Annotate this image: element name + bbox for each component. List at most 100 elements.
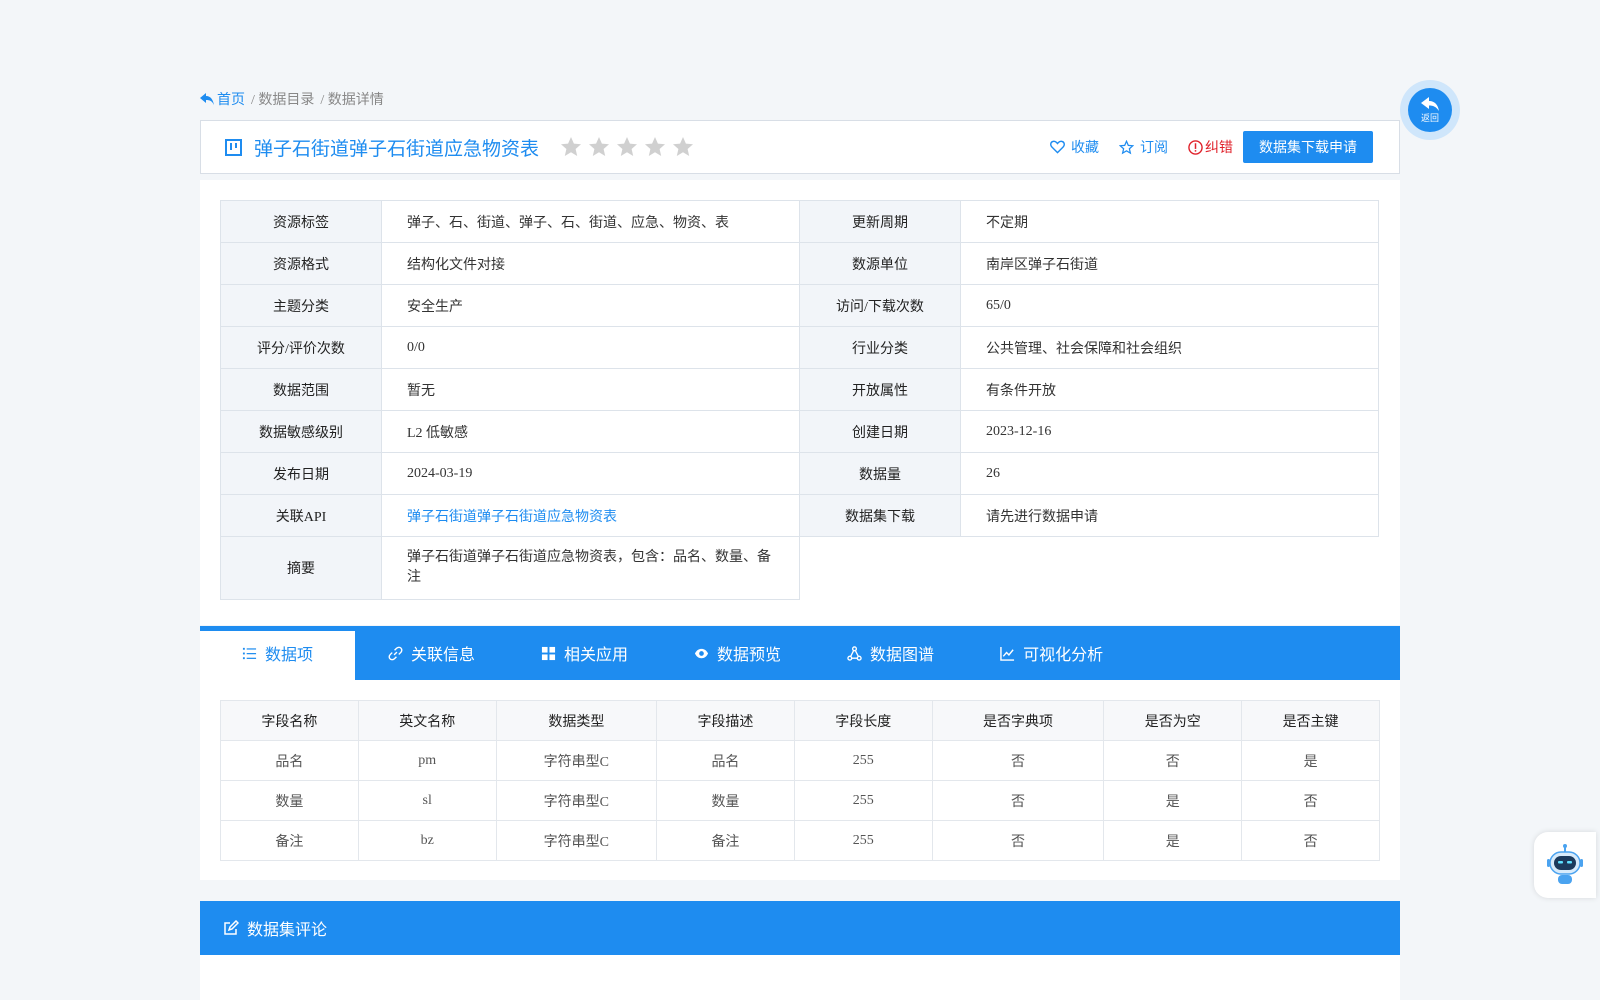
- info-row: 资源标签 弹子、石、街道、弹子、石、街道、应急、物资、表 更新周期 不定期: [220, 200, 1379, 243]
- robot-assistant-button[interactable]: [1534, 832, 1596, 898]
- table-cell: 255: [793, 780, 933, 821]
- info-label: 数据集下载: [799, 494, 961, 537]
- breadcrumb-catalog[interactable]: / 数据目录: [251, 89, 314, 109]
- comments-body: [200, 955, 1400, 1000]
- tab-data-graph[interactable]: 数据图谱: [814, 626, 967, 680]
- breadcrumb-home[interactable]: 首页: [200, 89, 245, 109]
- info-label: 资源标签: [220, 200, 382, 243]
- table-row: 品名 pm 字符串型C 品名 255 否 否 是: [220, 740, 1380, 781]
- info-row-summary: 摘要 弹子石街道弹子石街道应急物资表，包含：品名、数量、备注: [220, 536, 1379, 600]
- dataset-info-table: 资源标签 弹子、石、街道、弹子、石、街道、应急、物资、表 更新周期 不定期 资源…: [220, 200, 1379, 600]
- breadcrumb: 首页 / 数据目录 / 数据详情: [200, 89, 384, 109]
- info-value: L2 低敏感: [381, 410, 800, 453]
- info-label: 开放属性: [799, 368, 961, 411]
- table-cell: bz: [357, 820, 497, 861]
- table-cell: 是: [1103, 780, 1243, 821]
- back-label[interactable]: 返回: [1421, 111, 1439, 124]
- heart-icon: [1050, 140, 1065, 154]
- alert-circle-icon: [1188, 139, 1203, 155]
- table-cell: 否: [931, 780, 1105, 821]
- info-value: 公共管理、社会保障和社会组织: [960, 326, 1379, 369]
- column-header: 是否为空: [1103, 700, 1243, 741]
- comments-title: 数据集评论: [247, 922, 328, 939]
- info-label: 评分/评价次数: [220, 326, 382, 369]
- info-value: 不定期: [960, 200, 1379, 243]
- star-icon[interactable]: [671, 135, 695, 159]
- table-row: 数量 sl 字符串型C 数量 255 否 是 否: [220, 780, 1380, 821]
- info-value: 结构化文件对接: [381, 242, 800, 285]
- info-label: 创建日期: [799, 410, 961, 453]
- download-apply-button[interactable]: 数据集下载申请: [1243, 131, 1373, 163]
- dataset-title: 弹子石街道弹子石街道应急物资表: [254, 138, 540, 160]
- info-row: 数据范围 暂无 开放属性 有条件开放: [220, 368, 1379, 411]
- info-label: 数据范围: [220, 368, 382, 411]
- star-icon[interactable]: [643, 135, 667, 159]
- dataset-header: 弹子石街道弹子石街道应急物资表 收藏 订阅 纠错 数据集下载申请: [200, 120, 1400, 174]
- tab-related-apps[interactable]: 相关应用: [508, 626, 661, 680]
- info-value: 弹子石街道弹子石街道应急物资表: [381, 494, 800, 537]
- header-actions: 收藏 订阅 纠错 数据集下载申请: [1050, 131, 1373, 163]
- info-value: 2023-12-16: [960, 410, 1379, 453]
- table-cell: 否: [1241, 780, 1380, 821]
- back-button[interactable]: 返回: [1400, 80, 1460, 140]
- column-header: 字段名称: [220, 700, 359, 741]
- link-icon: [388, 646, 403, 660]
- info-row: 关联API 弹子石街道弹子石街道应急物资表 数据集下载 请先进行数据申请: [220, 494, 1379, 537]
- list-icon: [242, 647, 257, 659]
- grid-icon: [541, 646, 556, 660]
- column-header: 是否主键: [1241, 700, 1380, 741]
- info-label: 主题分类: [220, 284, 382, 327]
- info-row: 发布日期 2024-03-19 数据量 26: [220, 452, 1379, 495]
- related-api-link[interactable]: 弹子石街道弹子石街道应急物资表: [407, 510, 617, 525]
- line-chart-icon: [1000, 646, 1015, 661]
- info-value: 安全生产: [381, 284, 800, 327]
- star-icon[interactable]: [587, 135, 611, 159]
- info-value: 26: [960, 452, 1379, 495]
- favorite-button[interactable]: 收藏: [1050, 137, 1099, 157]
- table-cell: 备注: [656, 820, 795, 861]
- table-cell: 255: [793, 820, 933, 861]
- table-cell: 否: [1241, 820, 1380, 861]
- tab-data-preview[interactable]: 数据预览: [661, 626, 814, 680]
- table-cell: 字符串型C: [495, 780, 658, 821]
- table-cell: 是: [1241, 740, 1380, 781]
- info-label: 更新周期: [799, 200, 961, 243]
- subscribe-button[interactable]: 订阅: [1119, 137, 1168, 157]
- tab-data-items[interactable]: 数据项: [200, 626, 355, 680]
- info-value: 暂无: [381, 368, 800, 411]
- table-cell: sl: [357, 780, 497, 821]
- info-label: 数据量: [799, 452, 961, 495]
- info-value: 65/0: [960, 284, 1379, 327]
- back-button-inner[interactable]: 返回: [1408, 88, 1452, 132]
- table-cell: 字符串型C: [495, 820, 658, 861]
- tab-visual-analysis[interactable]: 可视化分析: [967, 626, 1136, 680]
- star-outline-icon: [1119, 139, 1134, 154]
- tab-related-info[interactable]: 关联信息: [355, 626, 508, 680]
- table-cell: pm: [357, 740, 497, 781]
- dataset-info-panel: 资源标签 弹子、石、街道、弹子、石、街道、应急、物资、表 更新周期 不定期 资源…: [200, 180, 1400, 625]
- empty-cell: [799, 536, 1379, 600]
- info-value: 0/0: [381, 326, 800, 369]
- star-icon[interactable]: [615, 135, 639, 159]
- info-label: 访问/下载次数: [799, 284, 961, 327]
- info-row: 资源格式 结构化文件对接 数源单位 南岸区弹子石街道: [220, 242, 1379, 285]
- star-icon[interactable]: [559, 135, 583, 159]
- table-row: 备注 bz 字符串型C 备注 255 否 是 否: [220, 820, 1380, 861]
- info-value: 请先进行数据申请: [960, 494, 1379, 537]
- eye-icon: [694, 648, 709, 658]
- column-header: 是否字典项: [931, 700, 1105, 741]
- correct-button[interactable]: 纠错: [1188, 137, 1233, 157]
- table-cell: 数量: [220, 780, 359, 821]
- fields-panel: 字段名称 英文名称 数据类型 字段描述 字段长度 是否字典项 是否为空 是否主键…: [200, 680, 1400, 880]
- info-label: 发布日期: [220, 452, 382, 495]
- rating-stars[interactable]: [559, 135, 695, 159]
- comments-header: 数据集评论: [200, 901, 1400, 955]
- table-cell: 255: [793, 740, 933, 781]
- info-row: 数据敏感级别 L2 低敏感 创建日期 2023-12-16: [220, 410, 1379, 453]
- table-cell: 数量: [656, 780, 795, 821]
- info-label: 数据敏感级别: [220, 410, 382, 453]
- column-header: 字段描述: [656, 700, 795, 741]
- summary-value: 弹子石街道弹子石街道应急物资表，包含：品名、数量、备注: [381, 536, 800, 600]
- breadcrumb-detail: / 数据详情: [320, 93, 384, 108]
- info-label: 摘要: [220, 536, 382, 600]
